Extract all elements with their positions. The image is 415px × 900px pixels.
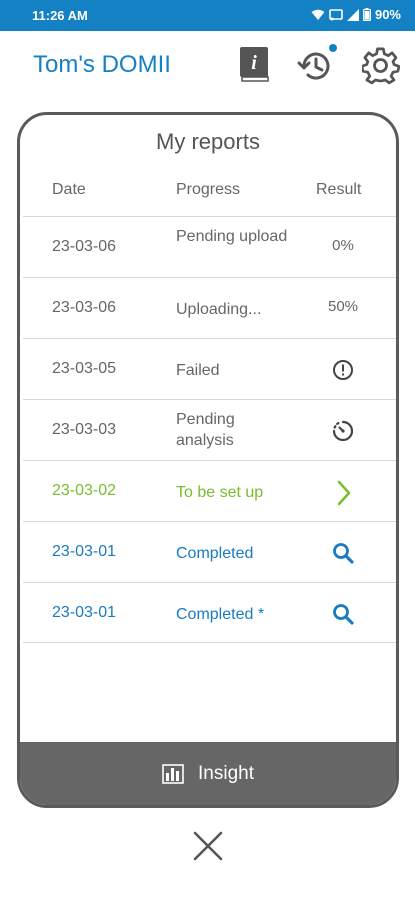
report-date: 23-03-02 [52,482,117,499]
report-row[interactable]: 23-03-03 Pending analysis [23,399,396,460]
report-progress: To be set up [176,484,264,501]
report-row[interactable]: 23-03-06 Uploading... 50% [23,277,396,338]
alert-circle-icon [331,358,355,382]
settings-icon[interactable] [362,47,400,85]
report-result: 50% [327,298,359,315]
report-date: 23-03-06 [52,299,117,316]
close-icon [193,831,223,861]
card-title: My reports [156,129,260,154]
report-result: 0% [332,237,354,254]
timer-icon [331,419,355,443]
svg-text:i: i [251,52,257,74]
reports-list: 23-03-06 Pending upload 0% 23-03-06 Uplo… [23,216,396,643]
status-icons: 90% [311,7,401,22]
report-row[interactable]: 23-03-06 Pending upload 0% [23,216,396,277]
report-progress: Completed * [176,606,265,623]
report-date: 23-03-01 [52,543,117,560]
wifi-icon [311,9,325,20]
insight-label: Insight [198,762,254,784]
battery-icon [362,8,371,21]
app-header: Tom's DOMII i [0,31,415,101]
report-progress: Failed [176,362,220,379]
battery-percent: 90% [374,7,401,22]
report-progress: Completed [176,545,254,562]
report-progress: Uploading... [176,301,262,318]
report-row[interactable]: 23-03-01 Completed * [23,582,396,643]
report-date: 23-03-06 [52,238,117,255]
report-date: 23-03-05 [52,360,117,377]
report-row[interactable]: 23-03-05 Failed [23,338,396,399]
history-icon[interactable] [297,47,333,83]
close-button[interactable] [190,828,226,864]
column-header-result: Result [316,181,362,198]
search-icon[interactable] [331,541,355,565]
search-icon[interactable] [331,602,355,626]
report-row[interactable]: 23-03-01 Completed [23,521,396,582]
report-progress: Pending analysis [176,411,235,449]
report-date: 23-03-01 [52,604,117,621]
report-progress: Pending upload [176,228,288,245]
column-header-progress: Progress [176,181,241,198]
app-title: Tom's DOMII [33,51,171,78]
signal-icon [346,8,359,21]
status-bar: 11:26 AM 90% [0,0,415,31]
report-date: 23-03-03 [52,421,117,438]
history-notification-dot [329,44,337,52]
insight-button[interactable]: Insight [20,742,396,805]
cast-icon [329,8,343,20]
reports-card: My reports Date Progress Result 23-03-06… [17,112,399,808]
chevron-right-icon[interactable] [331,480,355,506]
column-header-date: Date [52,181,86,198]
report-row[interactable]: 23-03-02 To be set up [23,460,396,521]
info-book-icon[interactable]: i [237,46,273,82]
status-time: 11:26 AM [32,8,88,23]
bar-chart-icon [162,763,184,784]
